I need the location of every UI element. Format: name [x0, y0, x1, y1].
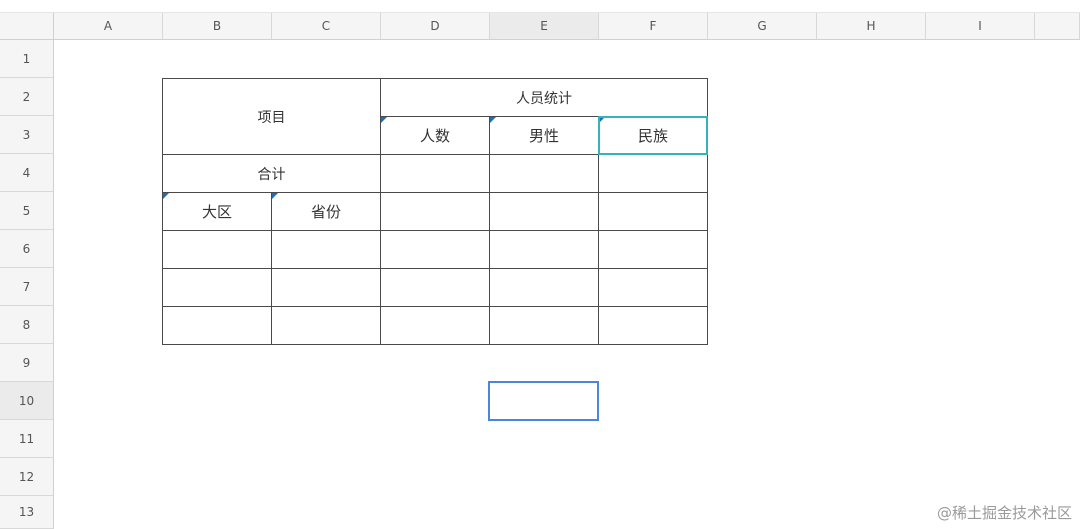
comment-marker-icon — [163, 193, 169, 199]
watermark: @稀土掘金技术社区 — [936, 504, 1072, 522]
row-header-10[interactable]: 10 — [0, 382, 54, 420]
column-header-g[interactable]: G — [708, 13, 817, 40]
cell-heji[interactable]: 合计 — [162, 154, 381, 193]
row-header-2[interactable]: 2 — [0, 78, 54, 116]
cell-f6[interactable] — [598, 230, 708, 269]
comment-marker-icon — [272, 193, 278, 199]
cell-text: 项目 — [257, 109, 286, 126]
row-header-4[interactable]: 4 — [0, 154, 54, 192]
row-header-12[interactable]: 12 — [0, 458, 54, 496]
cell-e8[interactable] — [489, 306, 599, 345]
column-header-b[interactable]: B — [163, 13, 272, 40]
cell-b8[interactable] — [162, 306, 272, 345]
column-header-d[interactable]: D — [381, 13, 490, 40]
cell-c8[interactable] — [271, 306, 381, 345]
select-all-corner[interactable] — [0, 13, 54, 40]
column-header-next[interactable] — [1035, 13, 1080, 40]
row-header-1[interactable]: 1 — [0, 40, 54, 78]
row-header-5[interactable]: 5 — [0, 192, 54, 230]
cell-renyuan-tongji[interactable]: 人员统计 — [380, 78, 708, 117]
cell-d8[interactable] — [380, 306, 490, 345]
row-header-13[interactable]: 13 — [0, 496, 54, 529]
selected-cell-e10[interactable] — [488, 381, 599, 421]
cell-minzu[interactable]: 民族 — [598, 116, 708, 155]
cell-daqu[interactable]: 大区 — [162, 192, 272, 231]
cell-e5[interactable] — [489, 192, 599, 231]
row-header-8[interactable]: 8 — [0, 306, 54, 344]
cell-xiangmu[interactable]: 项目 — [162, 78, 381, 155]
cell-text: 大区 — [201, 203, 232, 221]
cell-e4[interactable] — [489, 154, 599, 193]
cell-e6[interactable] — [489, 230, 599, 269]
cell-d6[interactable] — [380, 230, 490, 269]
cell-renshu[interactable]: 人数 — [380, 116, 490, 155]
cell-text: 人员统计 — [516, 90, 572, 107]
column-header-i[interactable]: I — [926, 13, 1035, 40]
toolbar-strip — [0, 0, 1080, 13]
cell-text: 民族 — [637, 127, 668, 145]
cell-text: 合计 — [257, 166, 286, 183]
cell-d5[interactable] — [380, 192, 490, 231]
cell-f5[interactable] — [598, 192, 708, 231]
cell-d7[interactable] — [380, 268, 490, 307]
cell-f8[interactable] — [598, 306, 708, 345]
cell-text: 男性 — [528, 127, 559, 145]
column-header-a[interactable]: A — [54, 13, 163, 40]
row-header-3[interactable]: 3 — [0, 116, 54, 154]
comment-marker-icon — [381, 117, 387, 123]
cell-nanxing[interactable]: 男性 — [489, 116, 599, 155]
cell-shengfen[interactable]: 省份 — [271, 192, 381, 231]
row-header-7[interactable]: 7 — [0, 268, 54, 306]
cell-f7[interactable] — [598, 268, 708, 307]
column-header-e[interactable]: E — [490, 13, 599, 40]
row-header-6[interactable]: 6 — [0, 230, 54, 268]
cell-c6[interactable] — [271, 230, 381, 269]
column-header-c[interactable]: C — [272, 13, 381, 40]
row-header-11[interactable]: 11 — [0, 420, 54, 458]
cell-f4[interactable] — [598, 154, 708, 193]
cell-text: 省份 — [310, 203, 341, 221]
cell-e7[interactable] — [489, 268, 599, 307]
cell-d4[interactable] — [380, 154, 490, 193]
cell-b6[interactable] — [162, 230, 272, 269]
cell-c7[interactable] — [271, 268, 381, 307]
comment-marker-icon — [599, 117, 605, 123]
column-header-f[interactable]: F — [599, 13, 708, 40]
column-header-h[interactable]: H — [817, 13, 926, 40]
cell-text: 人数 — [419, 127, 450, 145]
cell-b7[interactable] — [162, 268, 272, 307]
comment-marker-icon — [490, 117, 496, 123]
row-header-9[interactable]: 9 — [0, 344, 54, 382]
